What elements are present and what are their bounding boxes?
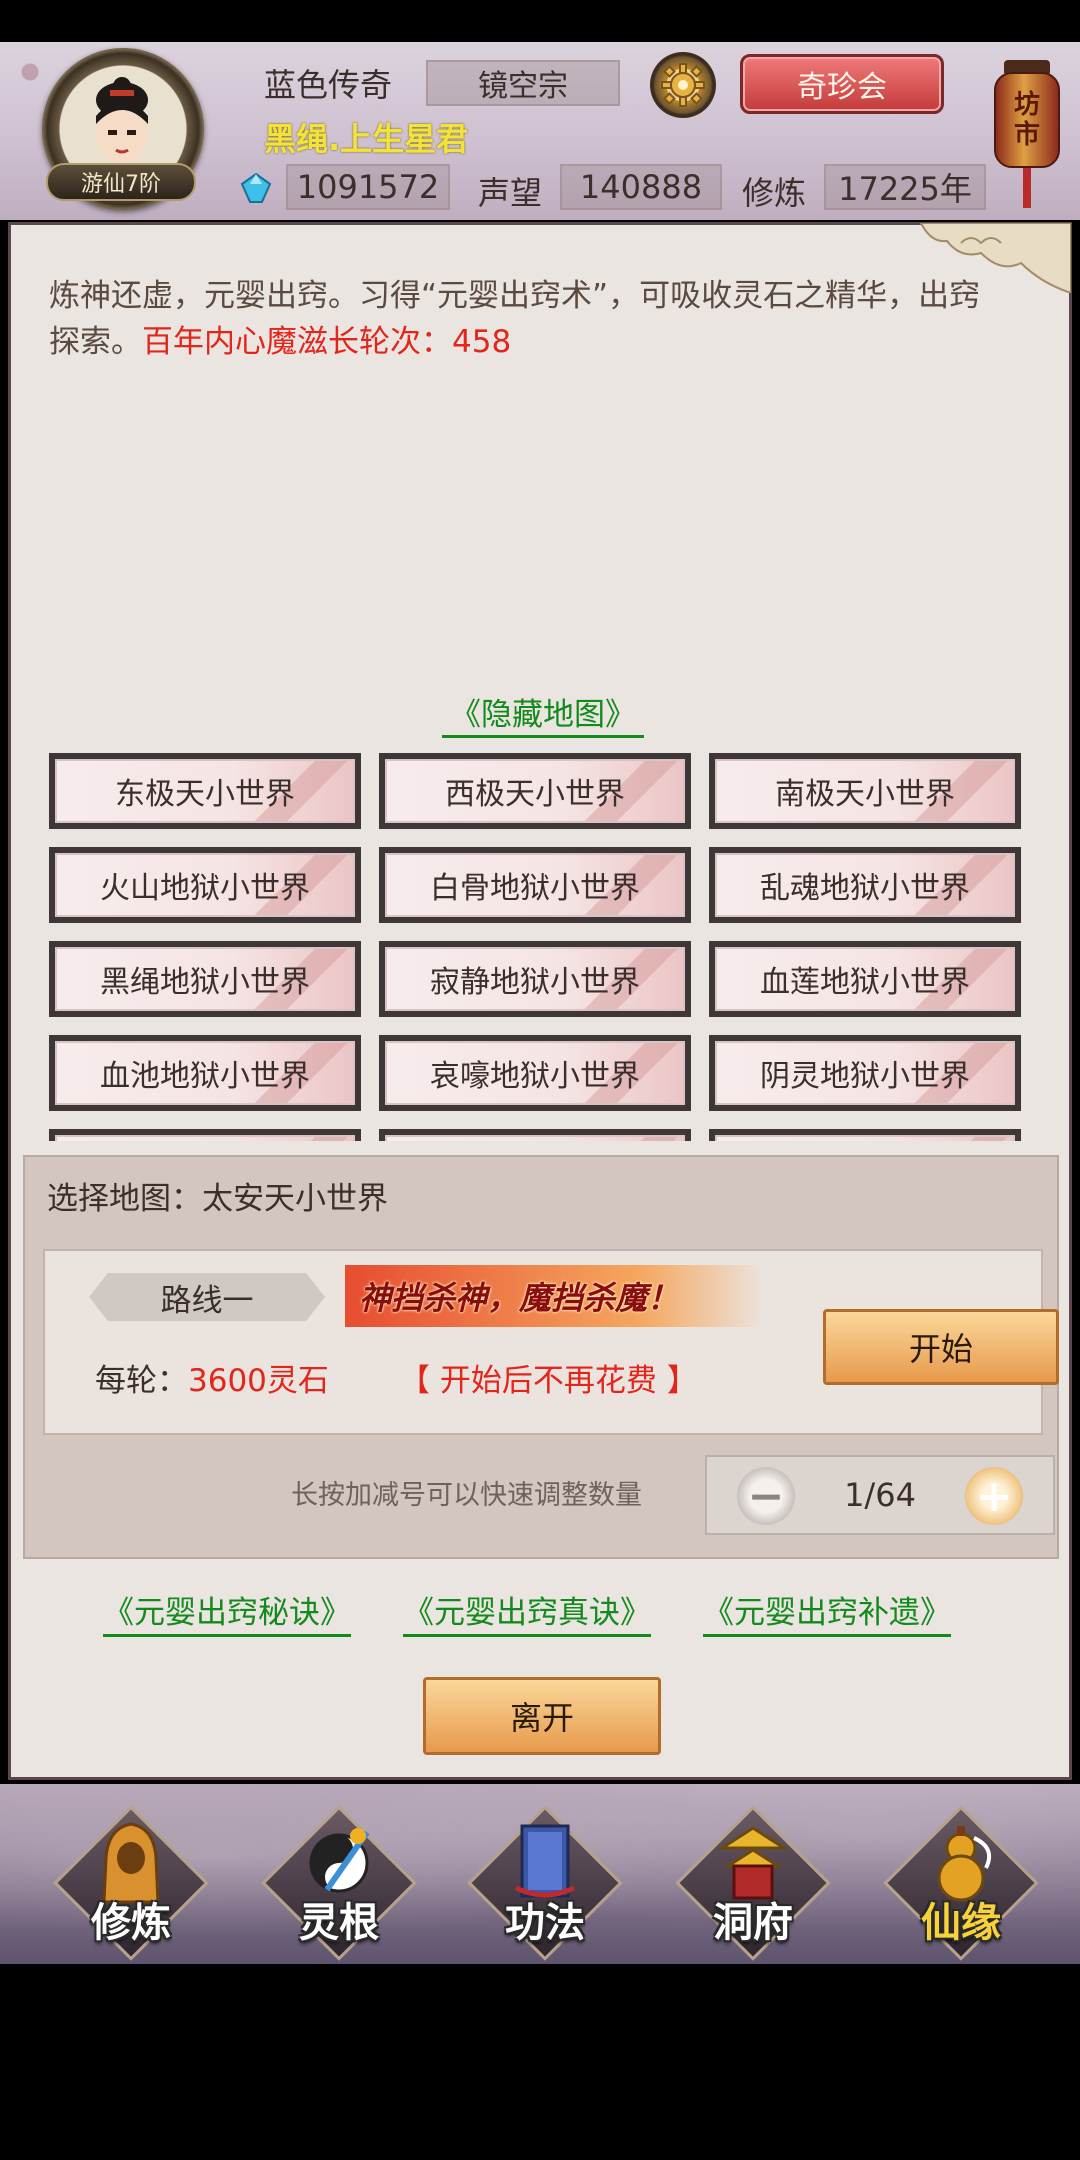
cost-prefix: 每轮： xyxy=(95,1363,188,1399)
world-button-partial[interactable] xyxy=(49,1129,361,1141)
lantern-tassel xyxy=(1023,168,1031,208)
leave-button[interactable]: 离开 xyxy=(423,1677,661,1755)
sect-name: 镜空宗 xyxy=(426,60,620,106)
world-label: 火山地狱小世界 xyxy=(100,871,310,906)
treasure-fair-button[interactable]: 奇珍会 xyxy=(740,54,944,114)
nav-label: 灵根 xyxy=(299,1900,379,1946)
world-button[interactable]: 西极天小世界 xyxy=(379,753,691,829)
world-button[interactable]: 乱魂地狱小世界 xyxy=(709,847,1021,923)
route-slogan: 神挡杀神，魔挡杀魔！ xyxy=(345,1265,765,1327)
reputation-value: 140888 xyxy=(560,164,722,210)
secret-link-2[interactable]: 《元婴出窍真诀》 xyxy=(403,1587,651,1637)
selected-map-title: 选择地图：太安天小世界 xyxy=(47,1181,388,1217)
world-label: 东极天小世界 xyxy=(115,777,295,812)
world-button-partial[interactable] xyxy=(709,1129,1021,1141)
world-label: 血莲地狱小世界 xyxy=(760,965,970,1000)
secret-link-1[interactable]: 《元婴出窍秘诀》 xyxy=(103,1587,351,1637)
quantity-stepper: 1/64 − + xyxy=(705,1455,1055,1535)
description-text: 炼神还虚，元婴出窍。习得“元婴出窍术”，可吸收灵石之精华，出窍探索。百年内心魔滋… xyxy=(49,273,1009,365)
route-card: 路线一 神挡杀神，魔挡杀魔！ 每轮：3600灵石 【 开始后不再花费 】 开始 xyxy=(43,1249,1059,1435)
top-header: 游仙7阶 蓝色传奇 镜空宗 奇珍会 黑绳.上生星君 1091572 声望 140… xyxy=(0,42,1080,220)
nav-label: 修炼 xyxy=(91,1900,171,1946)
world-label: 哀嚎地狱小世界 xyxy=(430,1059,640,1094)
world-button[interactable]: 黑绳地狱小世界 xyxy=(49,941,361,1017)
world-button[interactable]: 血莲地狱小世界 xyxy=(709,941,1021,1017)
stepper-hint: 长按加减号可以快速调整数量 xyxy=(291,1480,642,1511)
main-panel: 炼神还虚，元婴出窍。习得“元婴出窍术”，可吸收灵石之精华，出窍探索。百年内心魔滋… xyxy=(8,222,1072,1780)
hidden-map-link[interactable]: 《隐藏地图》 xyxy=(442,697,644,738)
nav-label: 仙缘 xyxy=(921,1900,1001,1946)
reputation-label: 声望 xyxy=(478,174,543,212)
no-fee-note: 【 开始后不再花费 】 xyxy=(399,1363,698,1399)
world-label: 血池地狱小世界 xyxy=(100,1059,310,1094)
spirit-stone-count: 1091572 xyxy=(286,164,450,210)
nav-label: 功法 xyxy=(505,1900,585,1946)
minus-button[interactable]: − xyxy=(737,1467,795,1525)
nav-cultivate[interactable]: 修炼 xyxy=(53,1805,209,1961)
world-button[interactable]: 哀嚎地狱小世界 xyxy=(379,1035,691,1111)
world-button[interactable]: 火山地狱小世界 xyxy=(49,847,361,923)
plus-icon: + xyxy=(975,1470,1013,1522)
settings-button[interactable] xyxy=(650,52,716,118)
hidden-map-section: 《隐藏地图》 xyxy=(11,689,1075,738)
map-selection-box: 选择地图：太安天小世界 路线一 神挡杀神，魔挡杀魔！ 每轮：3600灵石 【 开… xyxy=(23,1155,1059,1559)
gear-icon xyxy=(661,63,705,107)
market-lantern-button[interactable]: 坊 市 xyxy=(990,50,1064,208)
lantern-body: 坊 市 xyxy=(994,72,1060,168)
world-button[interactable]: 阴灵地狱小世界 xyxy=(709,1035,1021,1111)
world-label: 乱魂地狱小世界 xyxy=(760,871,970,906)
market-label-top: 坊 xyxy=(1013,90,1040,120)
rank-badge: 游仙7阶 xyxy=(46,163,196,201)
cultivation-years: 17225年 xyxy=(824,164,986,210)
world-button-partial[interactable] xyxy=(379,1129,691,1141)
world-button[interactable]: 白骨地狱小世界 xyxy=(379,847,691,923)
world-label: 阴灵地狱小世界 xyxy=(760,1059,970,1094)
world-label: 西极天小世界 xyxy=(445,777,625,812)
nav-cave-dwelling[interactable]: 洞府 xyxy=(675,1805,831,1961)
secret-link-3[interactable]: 《元婴出窍补遗》 xyxy=(703,1587,951,1637)
nav-spirit-root[interactable]: 灵根 xyxy=(261,1805,417,1961)
cost-per-round: 每轮：3600灵石 xyxy=(95,1355,329,1400)
plus-button[interactable]: + xyxy=(965,1467,1023,1525)
player-title: 黑绳.上生星君 xyxy=(264,120,469,158)
world-label: 南极天小世界 xyxy=(775,777,955,812)
nav-label: 洞府 xyxy=(713,1900,793,1946)
cost-value: 3600灵石 xyxy=(188,1363,329,1399)
world-label: 白骨地狱小世界 xyxy=(430,871,640,906)
cultivation-label: 修炼 xyxy=(742,174,807,212)
world-button[interactable]: 血池地狱小世界 xyxy=(49,1035,361,1111)
nav-fortune[interactable]: 仙缘 xyxy=(883,1805,1039,1961)
start-button[interactable]: 开始 xyxy=(823,1309,1059,1385)
world-label: 黑绳地狱小世界 xyxy=(100,965,310,1000)
world-button[interactable]: 寂静地狱小世界 xyxy=(379,941,691,1017)
route-tab[interactable]: 路线一 xyxy=(89,1273,325,1321)
market-label-bottom: 市 xyxy=(1013,120,1040,150)
minus-icon: − xyxy=(747,1470,785,1522)
world-button[interactable]: 东极天小世界 xyxy=(49,753,361,829)
spirit-stone-icon xyxy=(240,172,272,203)
world-grid: 东极天小世界 西极天小世界 南极天小世界 火山地狱小世界 白骨地狱小世界 乱魂地… xyxy=(49,753,1039,1141)
demon-rounds-text: 百年内心魔滋长轮次：458 xyxy=(142,324,512,360)
nav-techniques[interactable]: 功法 xyxy=(467,1805,623,1961)
world-label: 寂静地狱小世界 xyxy=(430,965,640,1000)
world-button[interactable]: 南极天小世界 xyxy=(709,753,1021,829)
secret-links: 《元婴出窍秘诀》 《元婴出窍真诀》 《元婴出窍补遗》 xyxy=(11,1587,1075,1637)
bottom-nav: 修炼 灵根 功法 洞府 仙缘 xyxy=(0,1784,1080,1964)
player-name: 蓝色传奇 xyxy=(264,66,393,104)
